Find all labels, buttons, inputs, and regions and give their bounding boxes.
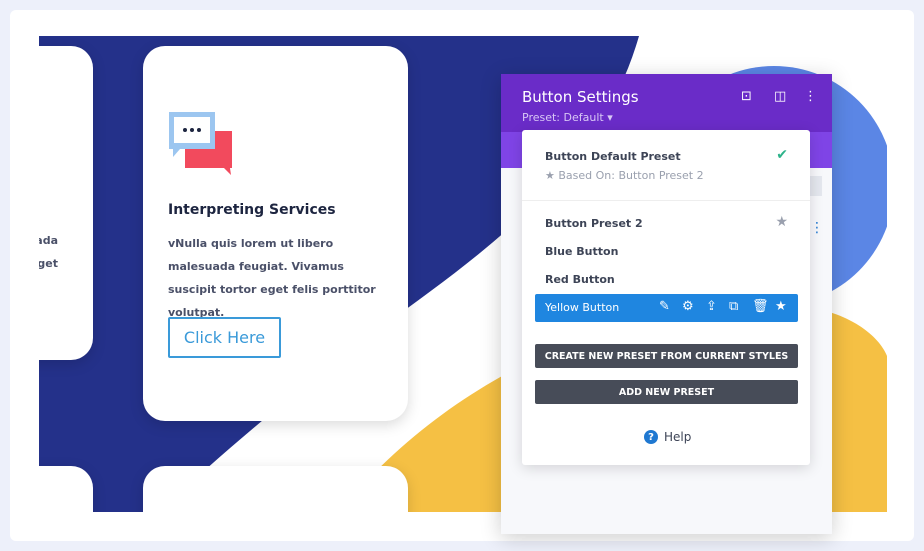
click-here-button[interactable]: Click Here <box>168 317 281 358</box>
card-body: vNulla quis lorem ut libero malesuada fe… <box>168 237 376 319</box>
split-view-icon[interactable]: ◫ <box>774 89 786 104</box>
card-title: Interpreting Services <box>168 202 336 218</box>
add-preset-button[interactable]: ADD NEW PRESET <box>535 380 798 404</box>
help-icon: ? <box>644 430 658 444</box>
create-preset-button[interactable]: CREATE NEW PRESET FROM CURRENT STYLES <box>535 344 798 368</box>
settings-icon[interactable]: ⚙ <box>682 299 694 314</box>
left-card: ada get <box>39 46 93 360</box>
duplicate-icon[interactable]: ⧉ <box>729 299 738 314</box>
preset-item-selected[interactable]: Yellow Button ✎ ⚙ ⇪ ⧉ 🗑 ★ <box>535 294 798 322</box>
preset-selector[interactable]: Preset: Default ▾ <box>522 111 613 124</box>
selected-label: Yellow Button <box>545 301 620 314</box>
card-bottom <box>143 466 408 512</box>
more-icon[interactable]: ⋮ <box>810 220 824 236</box>
preset-item[interactable]: Button Preset 2 <box>545 217 643 230</box>
export-icon[interactable]: ⇪ <box>706 299 717 314</box>
based-on-label: ★ Based On: Button Preset 2 <box>545 169 704 182</box>
service-card: Interpreting Services vNulla quis lorem … <box>143 46 408 421</box>
preset-item[interactable]: Red Button <box>545 273 615 286</box>
left-card-text: get <box>39 257 58 270</box>
preset-item-default[interactable]: Button Default Preset <box>545 150 681 163</box>
panel-header: Button Settings Preset: Default ▾ ⊡ ◫ ⋮ <box>501 74 832 132</box>
left-card-bottom <box>39 466 93 512</box>
help-label: Help <box>664 430 692 444</box>
more-icon[interactable]: ⋮ <box>804 89 817 104</box>
edit-icon[interactable]: ✎ <box>659 299 670 314</box>
divider <box>522 200 810 201</box>
chat-bubbles-icon <box>169 112 232 175</box>
star-icon[interactable]: ★ <box>775 214 788 230</box>
star-icon[interactable]: ★ <box>775 299 787 314</box>
focus-icon[interactable]: ⊡ <box>741 89 752 104</box>
caret-down-icon: ▾ <box>607 111 613 124</box>
left-card-text: ada <box>39 234 58 247</box>
star-icon: ★ <box>545 169 555 182</box>
preset-item[interactable]: Blue Button <box>545 245 618 258</box>
based-on-text: Based On: Button Preset 2 <box>558 169 704 182</box>
panel-title: Button Settings <box>522 88 639 106</box>
button-settings-panel: Button Settings Preset: Default ▾ ⊡ ◫ ⋮ … <box>501 74 832 534</box>
delete-icon[interactable]: 🗑 <box>752 299 769 314</box>
preset-label: Preset: Default <box>522 111 604 124</box>
check-icon: ✔ <box>776 147 788 163</box>
preset-dropdown: Button Default Preset ✔ ★ Based On: Butt… <box>522 130 810 465</box>
help-link[interactable]: ? Help <box>644 430 691 444</box>
